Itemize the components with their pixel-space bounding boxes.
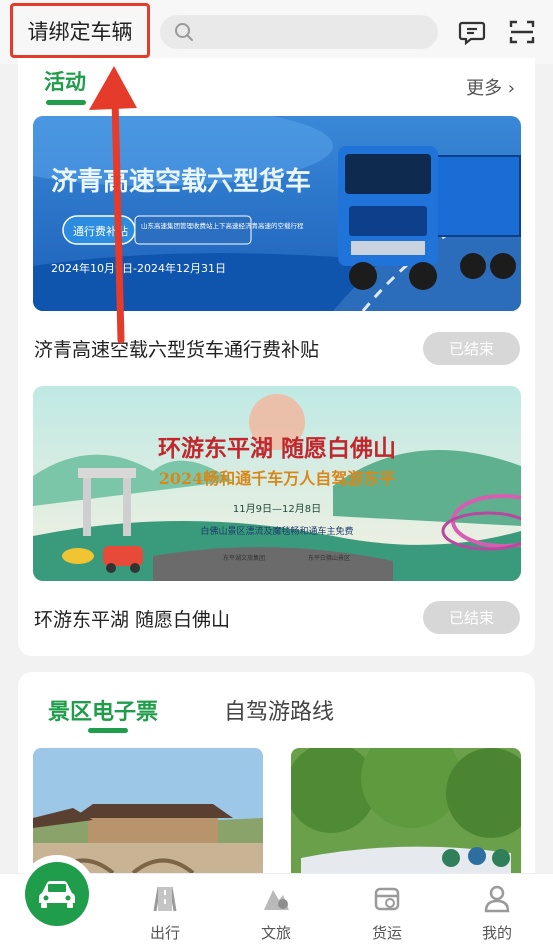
- nav-label-freight: 货运: [371, 924, 402, 942]
- nav-label-mine: 我的: [481, 924, 512, 942]
- lake-banner-sponsor-1: 东平湖文旅集团: [223, 554, 265, 562]
- nav-item-culture-tourism[interactable]: 文旅: [241, 884, 311, 943]
- message-icon[interactable]: [458, 18, 486, 46]
- activity-banner-lake[interactable]: 环游东平湖 随愿白佛山 2024畅和通千车万人自驾游东平 11月9日—12月8日…: [33, 386, 521, 581]
- road-icon: [153, 886, 177, 912]
- search-icon: [175, 23, 193, 41]
- user-icon: [484, 885, 510, 913]
- truck-banner-subsidy-tag: 通行费补贴: [73, 224, 128, 238]
- travel-icon: [264, 890, 289, 910]
- car-icon: [39, 881, 75, 908]
- lake-banner-sponsor-2: 东平白佛山景区: [308, 554, 350, 562]
- activity-title-1[interactable]: 济青高速空载六型货车通行费补贴: [34, 335, 319, 362]
- bind-vehicle-button[interactable]: 请绑定车辆: [10, 3, 150, 58]
- bind-vehicle-label: 请绑定车辆: [27, 19, 133, 44]
- search-bar[interactable]: [160, 15, 438, 49]
- lake-banner-headline: 环游东平湖 随愿白佛山: [158, 435, 396, 462]
- more-link[interactable]: 更多 ›: [466, 74, 515, 100]
- truck-banner-image: 济青高速空载六型货车 通行费补贴 山东高速集团管理收费站上下高速经济青高速的空载…: [33, 116, 521, 311]
- scan-icon[interactable]: [508, 18, 536, 46]
- nav-label-travel: 出行: [149, 924, 180, 942]
- nav-label-culture-tourism: 文旅: [260, 924, 291, 942]
- truck-banner-date: 2024年10月9日-2024年12月31日: [51, 261, 226, 275]
- tab-active-underline: [88, 728, 128, 733]
- search-input[interactable]: [202, 24, 432, 40]
- activity-status-button-1[interactable]: 已结束: [423, 332, 520, 365]
- tab-driving-routes[interactable]: 自驾游路线: [224, 694, 334, 726]
- tab-scenic-tickets[interactable]: 景区电子票: [48, 694, 158, 726]
- top-bar: 请绑定车辆: [0, 0, 553, 64]
- freight-icon: [374, 887, 400, 911]
- lake-banner-image: 环游东平湖 随愿白佛山 2024畅和通千车万人自驾游东平 11月9日—12月8日…: [33, 386, 521, 581]
- home-car-button[interactable]: [18, 855, 96, 933]
- lake-banner-date: 11月9日—12月8日: [233, 503, 321, 515]
- activity-title-2[interactable]: 环游东平湖 随愿白佛山: [34, 605, 230, 632]
- activity-banner-truck[interactable]: 济青高速空载六型货车 通行费补贴 山东高速集团管理收费站上下高速经济青高速的空载…: [33, 116, 521, 311]
- truck-banner-note: 山东高速集团管理收费站上下高速经济青高速的空载行程: [141, 221, 304, 230]
- nav-item-travel[interactable]: 出行: [130, 884, 200, 943]
- activities-card: 活动 更多 › 济青高速空载六型货车 通行费补贴 山东高速集团管理收费站上下高速…: [18, 58, 535, 656]
- nav-item-mine[interactable]: 我的: [462, 884, 532, 943]
- lake-banner-note: 白佛山景区漂流及魔毯畅和通车主免费: [200, 525, 353, 537]
- activity-status-button-2[interactable]: 已结束: [423, 601, 520, 634]
- activities-title-underline: [46, 100, 86, 105]
- lake-banner-subheadline: 2024畅和通千车万人自驾游东平: [159, 469, 396, 488]
- nav-item-freight[interactable]: 货运: [352, 884, 422, 943]
- activities-title: 活动: [44, 70, 86, 94]
- truck-banner-headline: 济青高速空载六型货车: [51, 166, 311, 197]
